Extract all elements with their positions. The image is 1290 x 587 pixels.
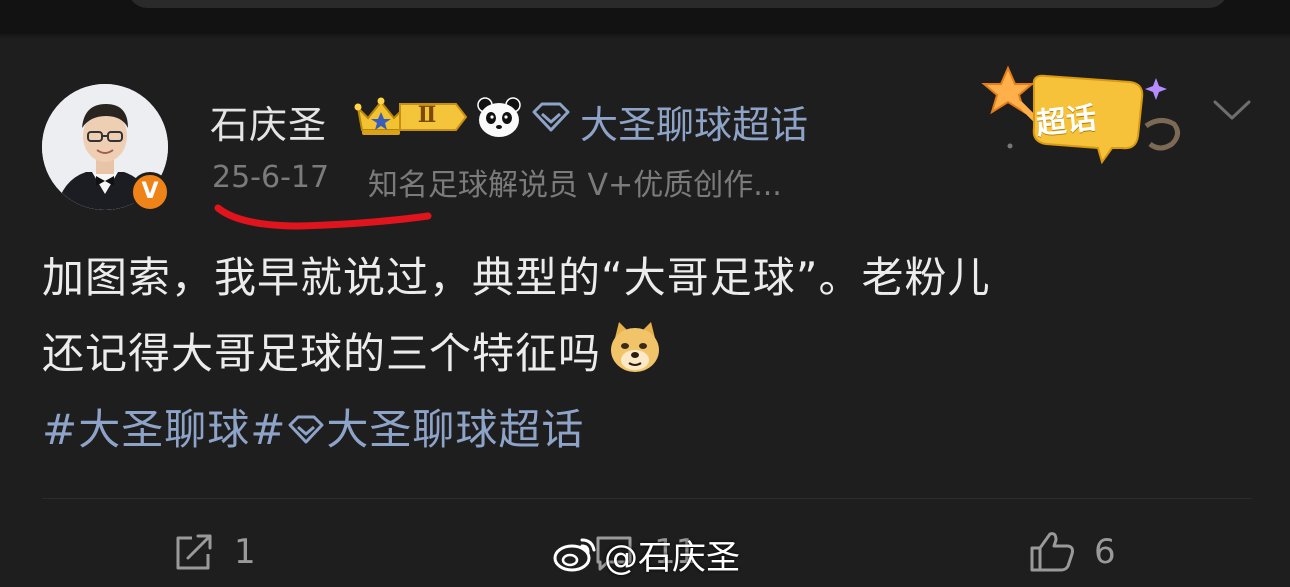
supertopic-hashtag-link[interactable]: 大圣聊球超话 [326,405,584,454]
post-line-2: 还记得大哥足球的三个特征吗 [42,329,602,378]
search-bar[interactable] [128,0,1228,8]
hashtag-row: #大圣聊球# 大圣聊球超话 [42,392,584,468]
divider [42,498,1252,499]
hashtag-link[interactable]: #大圣聊球# [42,405,286,454]
like-count: 6 [1094,532,1116,572]
like-button[interactable]: 6 [1028,528,1116,576]
doge-emoji-icon [611,322,660,372]
weibo-watermark: @石庆圣 [552,528,740,580]
panda-icon [477,97,521,137]
post-line-1: 加图索，我早就说过，典型的“大哥足球”。老粉儿 [42,253,991,302]
post-text: 加图索，我早就说过，典型的“大哥足球”。老粉儿 还记得大哥足球的三个特征吗 [42,240,1252,392]
diamond-icon [288,415,324,444]
share-button[interactable]: 1 [172,528,256,576]
supertopic-badge-label: 超话 [1034,100,1099,143]
verified-badge: V [130,172,170,212]
level-text: Ⅱ [417,102,437,128]
top-bar-shadow [0,34,1290,40]
supertopic-link[interactable]: 大圣聊球超话 [580,94,808,149]
top-bar [0,0,1290,34]
chevron-down-icon[interactable] [1210,92,1254,128]
post-date: 25-6-17 [212,160,330,195]
like-icon [1030,532,1074,572]
post-line-2-wrapper: 还记得大哥足球的三个特征吗 [42,316,1252,392]
diamond-icon [532,102,570,132]
watermark-text: @石庆圣 [604,537,740,578]
weibo-logo-icon [553,538,596,572]
share-icon [176,534,212,570]
red-annotation-underline [214,204,432,230]
share-count: 1 [234,532,256,572]
user-name[interactable]: 石庆圣 [210,94,327,149]
